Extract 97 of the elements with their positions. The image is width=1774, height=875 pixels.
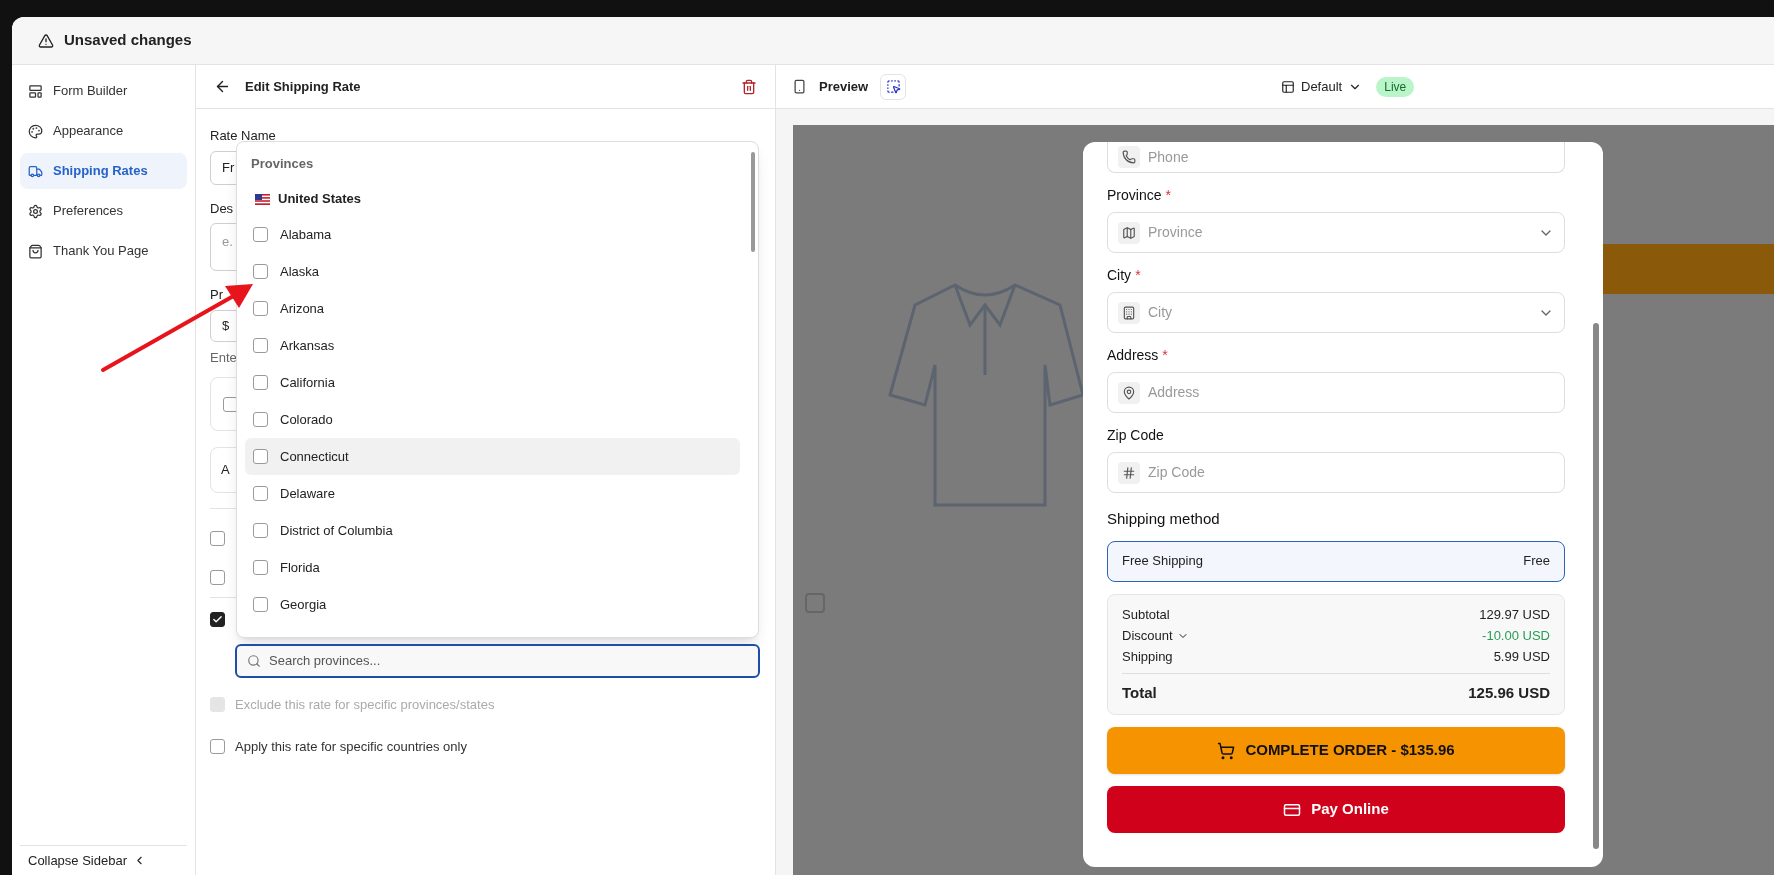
input-field[interactable]: Phone (1107, 142, 1565, 173)
sidebar-item[interactable]: Shipping Rates (20, 153, 187, 189)
field-label: Rate Name (210, 127, 276, 145)
section-title: Shipping method (1107, 509, 1221, 529)
field-label: Zip Code (1107, 426, 1164, 445)
field-label: Province (1107, 186, 1162, 205)
summary-value: -10.00 USD (1482, 627, 1550, 646)
checkbox[interactable] (253, 412, 268, 427)
preview-title: Preview (819, 77, 869, 96)
search-input[interactable]: Search provinces... (269, 651, 748, 671)
input-field[interactable]: Zip Code (1107, 452, 1565, 493)
hint-text: Ente (210, 348, 237, 367)
province-option[interactable]: Florida (245, 549, 740, 586)
sidebar-icon (28, 163, 43, 179)
input-field[interactable]: Address (1107, 372, 1565, 413)
province-option[interactable]: Connecticut (245, 438, 740, 475)
field-label: Address (1107, 346, 1159, 365)
province-option[interactable]: Alabama (245, 216, 740, 253)
back-icon[interactable] (214, 78, 231, 95)
checkbox[interactable] (253, 338, 268, 353)
province-option[interactable]: Georgia (245, 586, 740, 623)
checkbox[interactable] (210, 570, 225, 585)
search-field[interactable]: Search provinces... (235, 644, 760, 678)
province-option[interactable]: California (245, 364, 740, 401)
checkbox[interactable] (253, 560, 268, 575)
checkbox[interactable] (253, 597, 268, 612)
checkbox[interactable] (253, 375, 268, 390)
checkbox[interactable] (253, 227, 268, 242)
shipping-option[interactable]: Free Shipping Free (1107, 540, 1565, 582)
summary-value: 5.99 USD (1493, 648, 1550, 667)
dropdown-heading: Provinces (251, 155, 314, 174)
required-mark: * (1162, 346, 1168, 365)
checkbox[interactable] (253, 301, 268, 316)
selection-icon (885, 79, 901, 94)
checkbox[interactable] (210, 531, 225, 546)
field-input[interactable]: Phone (1148, 146, 1554, 168)
pay-online-button[interactable]: Pay Online (1107, 786, 1565, 833)
layout-icon (1281, 79, 1295, 94)
panel-title: Edit Shipping Rate (245, 77, 362, 96)
search-icon (247, 654, 261, 668)
delete-icon[interactable] (741, 78, 757, 95)
sidebar-item[interactable]: Appearance (20, 113, 187, 149)
select-tool-button[interactable] (880, 73, 907, 100)
sidebar-item[interactable]: Form Builder (20, 73, 187, 109)
checkbox-label: Exclude this rate for specific provinces/states (235, 696, 495, 714)
field-input[interactable]: Address (1148, 382, 1554, 403)
required-mark: * (1135, 266, 1141, 285)
check-icon (212, 614, 223, 625)
flag-icon (255, 193, 270, 205)
sidebar-icon (28, 203, 43, 219)
province-option[interactable]: Arkansas (245, 327, 740, 364)
checkbox[interactable] (253, 523, 268, 538)
warning-icon (38, 32, 54, 49)
complete-order-button[interactable]: COMPLETE ORDER - $135.96 (1107, 727, 1565, 774)
checkbox[interactable] (253, 264, 268, 279)
province-option[interactable]: Delaware (245, 475, 740, 512)
select-field[interactable]: Province (1107, 212, 1565, 253)
summary-label: Subtotal (1122, 606, 1170, 625)
field-label: City (1107, 266, 1132, 285)
province-option[interactable]: Alaska (245, 253, 740, 290)
checkbox-label: Apply this rate for specific countries only (235, 737, 467, 756)
summary-label[interactable]: Discount (1122, 626, 1189, 646)
window-title: Unsaved changes (64, 30, 192, 51)
country-heading: United States (278, 190, 362, 209)
field-icon (1118, 461, 1140, 484)
field-label: Des (210, 199, 234, 218)
checkbox[interactable] (253, 486, 268, 501)
checkbox[interactable] (253, 449, 268, 464)
checkbox[interactable] (210, 612, 225, 627)
field-icon (1118, 146, 1140, 168)
status-badge: Live (1376, 76, 1415, 97)
field-label: Pr (210, 286, 223, 304)
province-option[interactable]: Colorado (245, 401, 740, 438)
select-field[interactable]: City (1107, 292, 1565, 333)
field-icon (1118, 221, 1140, 244)
field-input[interactable]: Province (1148, 222, 1530, 243)
sidebar-icon (28, 83, 43, 99)
summary-value: 125.96 USD (1468, 682, 1550, 703)
collapse-sidebar-link[interactable]: Collapse Sidebar (28, 850, 127, 871)
sidebar-icon (28, 123, 43, 139)
field-input[interactable]: City (1148, 302, 1530, 323)
sidebar-item[interactable]: Preferences (20, 193, 187, 229)
summary-label: Total (1122, 682, 1157, 703)
province-option[interactable]: District of Columbia (245, 512, 740, 549)
field-icon (1118, 301, 1140, 324)
required-mark: * (1165, 186, 1171, 205)
cart-icon (1217, 741, 1236, 760)
field-input[interactable]: Zip Code (1148, 462, 1554, 483)
summary-label: Shipping (1122, 648, 1173, 667)
checkbox[interactable] (210, 738, 225, 754)
phone-icon[interactable] (792, 79, 807, 94)
sidebar-item[interactable]: Thank You Page (20, 233, 187, 269)
field-icon (1118, 381, 1140, 404)
sidebar-icon (28, 243, 43, 259)
province-option[interactable]: Arizona (245, 290, 740, 327)
template-dropdown[interactable]: Default (1281, 76, 1363, 97)
summary-value: 129.97 USD (1479, 606, 1550, 625)
